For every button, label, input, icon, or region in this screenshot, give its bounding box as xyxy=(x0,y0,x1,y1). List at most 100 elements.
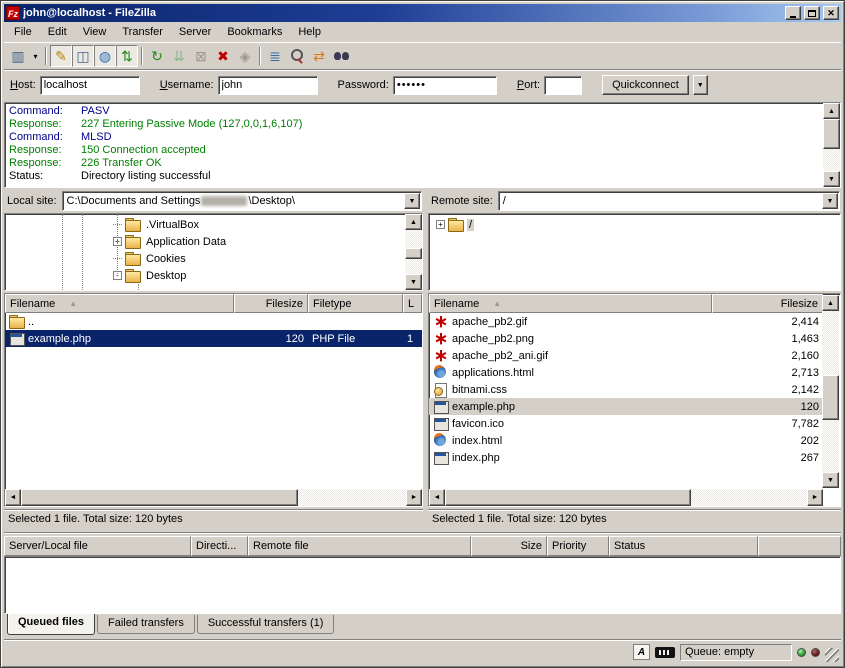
quickconnect-dropdown-button[interactable]: ▼ xyxy=(693,75,708,95)
image-file-icon xyxy=(433,332,449,345)
remote-tree-icon: ◍ xyxy=(99,48,111,65)
local-path-combobox[interactable]: C:\Documents and Settings\Desktop\ ▼ xyxy=(62,191,422,211)
table-row[interactable]: index.html 202 xyxy=(429,432,823,449)
toggle-local-tree-button[interactable]: ◫ xyxy=(72,45,94,67)
disconnect-button[interactable]: ✖ xyxy=(212,45,234,67)
column-header-direction[interactable]: Directi... xyxy=(191,536,248,556)
tree-item-desktop[interactable]: -Desktop xyxy=(5,267,405,284)
scroll-right-button[interactable]: ► xyxy=(406,489,422,506)
tree-item-virtualbox[interactable]: .VirtualBox xyxy=(5,216,405,233)
scroll-up-button[interactable]: ▲ xyxy=(405,214,422,230)
column-header-filesize[interactable]: Filesize xyxy=(712,294,823,313)
find-button[interactable] xyxy=(330,45,352,67)
process-queue-button[interactable]: ⇊ xyxy=(168,45,190,67)
local-tree-scrollbar[interactable]: ▲ ▼ xyxy=(405,214,422,290)
column-header-filetype[interactable]: Filetype xyxy=(308,294,403,313)
quickconnect-button[interactable]: Quickconnect xyxy=(602,75,689,95)
remote-horizontal-scrollbar[interactable]: ◄ ► xyxy=(429,489,823,506)
tab-successful-transfers[interactable]: Successful transfers (1) xyxy=(197,615,335,634)
combo-dropdown-button[interactable]: ▼ xyxy=(404,193,420,209)
scroll-down-button[interactable]: ▼ xyxy=(822,472,839,488)
folder-icon xyxy=(448,218,464,231)
column-header-size[interactable]: Size xyxy=(471,536,547,556)
binoculars-icon xyxy=(334,51,349,61)
table-row[interactable]: bitnami.css 2,142 xyxy=(429,381,823,398)
menu-server[interactable]: Server xyxy=(171,23,219,41)
tree-item-root[interactable]: +/ xyxy=(429,216,840,233)
tab-queued-files[interactable]: Queued files xyxy=(7,614,95,635)
minimize-button[interactable] xyxy=(785,6,801,20)
scroll-up-button[interactable]: ▲ xyxy=(822,295,839,311)
local-horizontal-scrollbar[interactable]: ◄ ► xyxy=(5,489,422,506)
password-input[interactable] xyxy=(393,76,497,95)
column-header-filename[interactable]: Filename▲ xyxy=(429,294,712,313)
close-button[interactable]: ✕ xyxy=(823,6,839,20)
tree-item-application-data[interactable]: +Application Data xyxy=(5,233,405,250)
tab-failed-transfers[interactable]: Failed transfers xyxy=(97,615,195,634)
menu-help[interactable]: Help xyxy=(290,23,329,41)
folder-icon xyxy=(9,315,25,328)
scrollbar-thumb[interactable] xyxy=(445,489,691,506)
combo-dropdown-button[interactable]: ▼ xyxy=(822,193,838,209)
table-row[interactable]: apache_pb2.gif 2,414 xyxy=(429,313,823,330)
scroll-left-button[interactable]: ◄ xyxy=(429,489,445,506)
menu-transfer[interactable]: Transfer xyxy=(114,23,171,41)
toggle-queue-button[interactable]: ⇅ xyxy=(116,45,138,67)
compare-button[interactable] xyxy=(286,45,308,67)
table-row-example-php[interactable]: example.php 120 PHP File 1 xyxy=(5,330,422,347)
site-manager-button[interactable]: ▥ xyxy=(7,45,29,67)
filter-button[interactable]: ≣ xyxy=(264,45,286,67)
scroll-up-button[interactable]: ▲ xyxy=(823,103,840,119)
menu-file[interactable]: File xyxy=(6,23,40,41)
sync-browsing-button[interactable]: ⇄ xyxy=(308,45,330,67)
scrollbar-thumb[interactable] xyxy=(822,375,839,420)
refresh-button[interactable]: ↻ xyxy=(146,45,168,67)
maximize-button[interactable] xyxy=(804,6,820,20)
remote-path-combobox[interactable]: / ▼ xyxy=(498,191,840,211)
menu-view[interactable]: View xyxy=(75,23,115,41)
php-file-icon xyxy=(433,400,449,413)
username-input[interactable] xyxy=(218,76,318,95)
remote-vertical-scrollbar[interactable]: ▲ ▼ xyxy=(822,295,839,488)
column-header-filename[interactable]: Filename▲ xyxy=(5,294,234,313)
cancel-operation-button[interactable]: ⊠ xyxy=(190,45,212,67)
tree-item-cookies[interactable]: Cookies xyxy=(5,250,405,267)
column-header-priority[interactable]: Priority xyxy=(547,536,609,556)
port-input[interactable] xyxy=(544,76,582,95)
table-row[interactable]: applications.html 2,713 xyxy=(429,364,823,381)
site-manager-dropdown-button[interactable]: ▾ xyxy=(29,45,42,67)
scroll-down-button[interactable]: ▼ xyxy=(823,171,840,187)
scroll-right-button[interactable]: ► xyxy=(807,489,823,506)
table-row[interactable]: apache_pb2_ani.gif 2,160 xyxy=(429,347,823,364)
scrollbar-thumb[interactable] xyxy=(21,489,298,506)
column-header-server-local-file[interactable]: Server/Local file xyxy=(4,536,191,556)
host-input[interactable] xyxy=(40,76,140,95)
scrollbar-thumb[interactable] xyxy=(823,119,840,149)
column-header-filesize[interactable]: Filesize xyxy=(234,294,308,313)
resize-grip[interactable] xyxy=(825,648,839,662)
queue-list-area[interactable] xyxy=(4,556,841,614)
chevron-down-icon: ▾ xyxy=(33,52,37,61)
table-row-parent-dir[interactable]: .. xyxy=(5,313,422,330)
column-header-lastmodified[interactable]: L xyxy=(403,294,422,313)
log-scrollbar[interactable]: ▲ ▼ xyxy=(823,103,840,187)
menu-edit[interactable]: Edit xyxy=(40,23,75,41)
menu-bookmarks[interactable]: Bookmarks xyxy=(219,23,290,41)
cancel-icon: ⊠ xyxy=(195,48,207,65)
redacted-username xyxy=(201,196,247,206)
table-row-selected[interactable]: example.php 120 xyxy=(429,398,823,415)
local-pane: Local site: C:\Documents and Settings\De… xyxy=(4,190,423,528)
expand-icon[interactable]: + xyxy=(436,220,445,229)
abort-button[interactable]: ◈ xyxy=(234,45,256,67)
table-row[interactable]: index.php 267 xyxy=(429,449,823,466)
toggle-message-log-button[interactable]: ✎ xyxy=(50,45,72,67)
column-header-remote-file[interactable]: Remote file xyxy=(248,536,471,556)
scroll-down-button[interactable]: ▼ xyxy=(405,274,422,290)
column-header-status[interactable]: Status xyxy=(609,536,758,556)
toggle-remote-tree-button[interactable]: ◍ xyxy=(94,45,116,67)
scroll-left-button[interactable]: ◄ xyxy=(5,489,21,506)
scrollbar-thumb[interactable] xyxy=(405,248,422,259)
table-row[interactable]: favicon.ico 7,782 xyxy=(429,415,823,432)
log-line: Response:150 Connection accepted xyxy=(5,144,840,157)
table-row[interactable]: apache_pb2.png 1,463 xyxy=(429,330,823,347)
